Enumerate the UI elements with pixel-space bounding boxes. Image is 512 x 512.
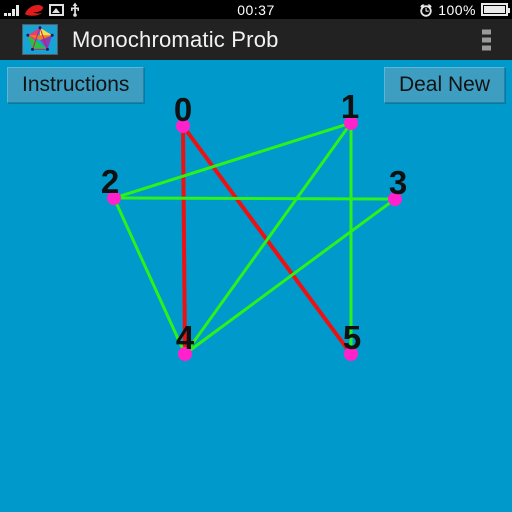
graph-edge-3-4[interactable] [184, 197, 396, 356]
game-canvas: Instructions Deal New 012345 [0, 60, 512, 512]
graph-node-label-2: 2 [101, 163, 119, 200]
graph-drawing[interactable]: 0 1 2 3 4 5 [0, 60, 512, 512]
graph-node-label-0: 0 [174, 91, 192, 128]
phone-screen: 00:37 100% Monochromatic Prob Instructio… [0, 0, 512, 512]
graph-node-label-4: 4 [176, 319, 195, 356]
status-bar: 00:37 100% [0, 0, 512, 19]
graph-edge-1-2[interactable] [113, 121, 352, 200]
app-title: Monochromatic Prob [72, 26, 279, 52]
app-logo-icon [22, 24, 58, 55]
graph-node-label-5: 5 [343, 319, 361, 356]
overflow-menu-icon[interactable] [478, 25, 495, 54]
graph-edge-2-4[interactable] [112, 197, 187, 355]
alarm-clock-icon [419, 3, 433, 17]
battery-percent-label: 100% [438, 1, 476, 18]
action-bar: Monochromatic Prob [0, 19, 512, 60]
battery-full-icon [481, 3, 510, 16]
graph-edge-2-3[interactable] [113, 196, 396, 201]
graph-node-label-1: 1 [341, 88, 359, 125]
status-bar-right-icons: 100% [419, 0, 510, 19]
graph-node-label-3: 3 [389, 164, 407, 201]
